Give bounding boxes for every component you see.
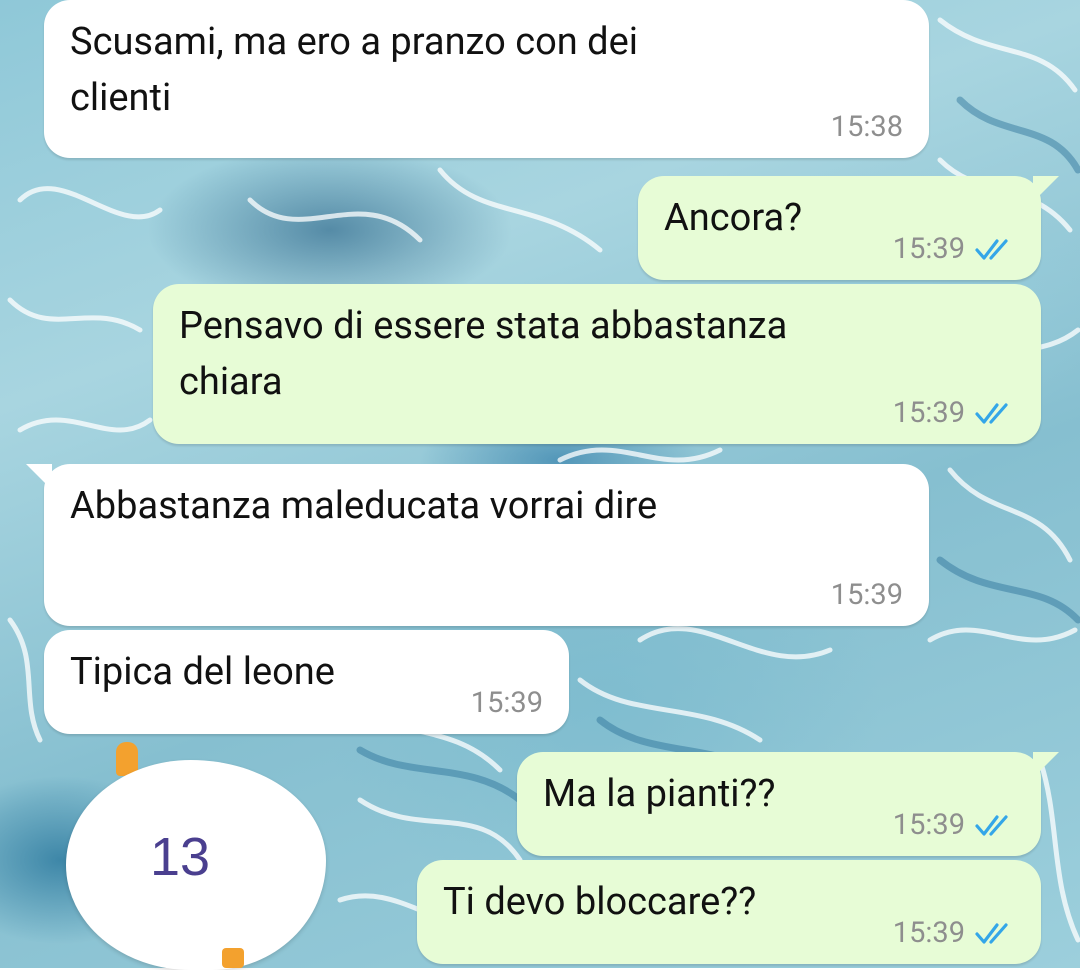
message-bubble-incoming[interactable]: Scusami, ma ero a pranzo con dei clienti… [44, 0, 929, 158]
message-time: 15:39 [470, 686, 543, 720]
double-check-icon [975, 923, 1008, 944]
message-bubble-outgoing[interactable]: Ancora? 15:39 [638, 176, 1059, 280]
message-time: 15:39 [892, 232, 965, 266]
sticker-number: 13 [150, 827, 211, 887]
message-meta: 15:39 [471, 686, 543, 720]
double-check-icon [975, 403, 1008, 424]
message-text: Ma la pianti?? [543, 772, 776, 816]
message-text: Pensavo di essere stata abbastanza chiar… [179, 304, 788, 404]
message-bubble-incoming[interactable]: Abbastanza maleducata vorrai dire 15:39 [26, 464, 929, 626]
message-time: 15:39 [892, 396, 965, 430]
message-meta: 15:39 [893, 396, 1017, 430]
message-text: Scusami, ma ero a pranzo con dei clienti [70, 20, 638, 120]
message-text: Abbastanza maleducata vorrai dire [70, 484, 658, 528]
message-meta: 15:39 [831, 578, 903, 612]
message-bubble-incoming[interactable]: Tipica del leone 15:39 [44, 630, 569, 734]
message-time: 15:38 [830, 110, 903, 144]
sticker-accent [222, 948, 244, 968]
message-bubble-outgoing[interactable]: Pensavo di essere stata abbastanza chiar… [153, 284, 1041, 444]
message-meta: 15:39 [893, 916, 1017, 950]
message-meta: 15:39 [893, 232, 1017, 266]
message-bubble-outgoing[interactable]: Ti devo bloccare?? 15:39 [417, 860, 1041, 964]
double-check-icon [975, 815, 1008, 836]
bubble-tail [26, 464, 52, 490]
message-text: Tipica del leone [70, 650, 335, 694]
message-time: 15:39 [892, 808, 965, 842]
message-bubble-outgoing[interactable]: Ma la pianti?? 15:39 [517, 752, 1059, 856]
message-meta: 15:39 [893, 808, 1017, 842]
double-check-icon [975, 239, 1008, 260]
message-time: 15:39 [892, 916, 965, 950]
message-text: Ancora? [664, 196, 803, 240]
message-time: 15:39 [830, 578, 903, 612]
message-meta: 15:38 [831, 110, 903, 144]
message-text: Ti devo bloccare?? [443, 880, 757, 924]
bubble-tail [1033, 752, 1059, 778]
bubble-tail [1033, 176, 1059, 202]
